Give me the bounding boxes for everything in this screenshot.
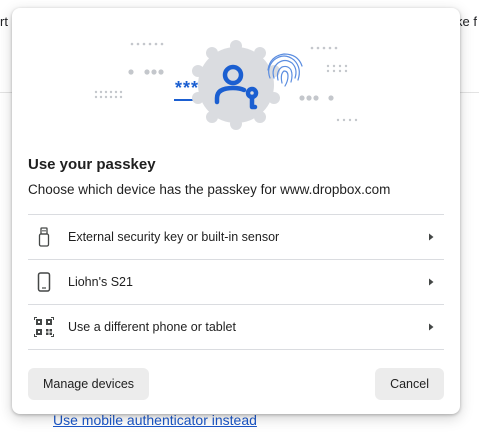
dialog-title: Use your passkey <box>28 156 156 173</box>
option-label: Liohn's S21 <box>68 275 133 289</box>
qr-code-icon <box>32 315 56 339</box>
chevron-right-icon <box>424 275 438 289</box>
option-phone-device[interactable]: Liohn's S21 <box>28 260 444 305</box>
dotted-decoration-right <box>299 46 358 122</box>
cancel-button[interactable]: Cancel <box>375 368 444 400</box>
chevron-right-icon <box>424 230 438 244</box>
use-mobile-authenticator-link[interactable]: Use mobile authenticator instead <box>53 412 257 428</box>
device-options-list: External security key or built-in sensor… <box>28 214 444 350</box>
option-label: Use a different phone or tablet <box>68 320 236 334</box>
dialog-subtitle: Choose which device has the passkey for … <box>28 182 391 197</box>
dotted-decoration-left <box>94 42 164 99</box>
passkey-badge <box>192 40 280 130</box>
option-label: External security key or built-in sensor <box>68 230 280 244</box>
phone-icon <box>32 270 56 294</box>
passkey-dialog: *** Use your passkey Choose which device… <box>12 8 460 414</box>
usb-key-icon <box>32 225 56 249</box>
chevron-right-icon <box>424 320 438 334</box>
option-external-security-key[interactable]: External security key or built-in sensor <box>28 215 444 260</box>
manage-devices-button[interactable]: Manage devices <box>28 368 150 400</box>
option-different-device[interactable]: Use a different phone or tablet <box>28 305 444 350</box>
passkey-illustration: *** <box>94 40 358 130</box>
